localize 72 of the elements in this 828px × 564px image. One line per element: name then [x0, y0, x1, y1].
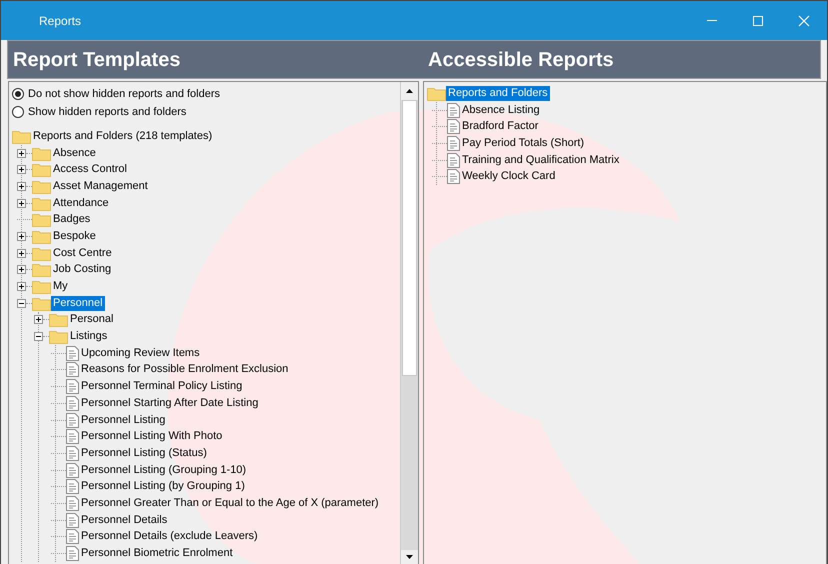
folder-item[interactable]: Personal	[68, 312, 116, 328]
folder-item[interactable]: Bespoke	[51, 228, 98, 244]
folder-item[interactable]: Listings	[68, 329, 110, 344]
down-arrow-icon	[406, 555, 413, 559]
folder-item[interactable]: Attendance	[51, 196, 111, 211]
expander-icon[interactable]	[34, 315, 43, 324]
folder-item[interactable]: Job Costing	[51, 262, 114, 278]
report-item[interactable]: Reasons for Possible Enrolment Exclusion	[79, 362, 290, 378]
report-item[interactable]: Personnel Listing	[79, 412, 168, 428]
report-item[interactable]: Absence Listing	[460, 102, 542, 118]
folder-item[interactable]: Cost Centre	[51, 246, 114, 261]
window-title: Reports	[39, 12, 82, 30]
close-icon	[798, 14, 810, 26]
folder-icon	[32, 279, 51, 294]
folder-item[interactable]: My	[51, 279, 70, 294]
folder-icon	[32, 146, 51, 161]
scrollbar[interactable]	[400, 82, 418, 564]
folder-icon	[32, 262, 51, 278]
folder-item[interactable]: Badges	[51, 212, 92, 228]
radio-button[interactable]	[12, 106, 24, 118]
expander-icon[interactable]	[17, 282, 26, 292]
minimize-icon	[707, 20, 717, 21]
folder-icon	[32, 246, 51, 261]
folder-icon	[32, 162, 51, 178]
report-item[interactable]: Personnel Listing (Status)	[79, 446, 209, 461]
report-item[interactable]: Personnel Listing (by Grouping 1)	[79, 479, 247, 494]
scroll-up-button[interactable]	[401, 82, 418, 100]
report-item[interactable]: Personnel Details (exclude Leavers)	[79, 529, 260, 544]
report-item[interactable]: Personnel Terminal Policy Listing	[79, 379, 244, 394]
expander-icon[interactable]	[17, 198, 26, 208]
maximize-icon	[752, 14, 764, 26]
folder-item[interactable]: Access Control	[51, 162, 129, 178]
folder-icon	[32, 212, 51, 228]
folder-icon	[32, 296, 51, 311]
folder-icon	[32, 228, 51, 244]
folder-icon	[32, 196, 51, 211]
expander-icon[interactable]	[17, 165, 26, 174]
expander-icon[interactable]	[17, 232, 26, 241]
expander-icon[interactable]	[17, 148, 26, 158]
expander-icon[interactable]	[17, 265, 26, 274]
report-item[interactable]: Pay Period Totals (Short)	[460, 136, 586, 151]
expander-icon[interactable]	[17, 248, 26, 258]
folder-item[interactable]: Absence	[51, 146, 98, 161]
folder-icon	[427, 86, 446, 101]
report-item[interactable]: Personnel Listing (Grouping 1-10)	[79, 462, 248, 478]
folder-item[interactable]: Personnel	[51, 296, 105, 311]
up-arrow-icon	[406, 89, 413, 93]
folder-item[interactable]: Reports and Folders (218 templates)	[31, 128, 214, 144]
expander-icon[interactable]	[17, 298, 26, 308]
scroll-thumb[interactable]	[402, 100, 417, 376]
report-item[interactable]: Personnel Details	[79, 512, 170, 528]
report-item[interactable]: Bradford Factor	[460, 119, 540, 134]
panel-heading: Report Templates	[13, 48, 180, 70]
radio-label[interactable]: Show hidden reports and folders	[28, 104, 186, 120]
report-item[interactable]: Personnel Biometric Enrolment	[79, 546, 235, 562]
panel-heading: Accessible Reports	[428, 48, 614, 70]
report-item[interactable]: Weekly Clock Card	[460, 169, 558, 184]
report-item[interactable]: Personnel Starting After Date Listing	[79, 396, 260, 411]
radio-label[interactable]: Do not show hidden reports and folders	[28, 86, 220, 102]
report-item[interactable]: Training and Qualification Matrix	[460, 152, 622, 168]
folder-item[interactable]: Reports and Folders	[446, 86, 550, 101]
report-item[interactable]: Upcoming Review Items	[79, 346, 202, 361]
report-item[interactable]: Personnel Greater Than or Equal to the Age of X (parameter)	[79, 496, 381, 511]
radio-button[interactable]	[12, 88, 24, 100]
folder-icon	[32, 178, 51, 194]
folder-icon	[12, 128, 31, 144]
expander-icon[interactable]	[34, 332, 43, 342]
scroll-down-button[interactable]	[401, 550, 418, 564]
expander-icon[interactable]	[17, 182, 26, 191]
folder-icon	[49, 329, 68, 344]
folder-item[interactable]: Asset Management	[51, 178, 150, 194]
report-item[interactable]: Personnel Listing With Photo	[79, 429, 224, 444]
